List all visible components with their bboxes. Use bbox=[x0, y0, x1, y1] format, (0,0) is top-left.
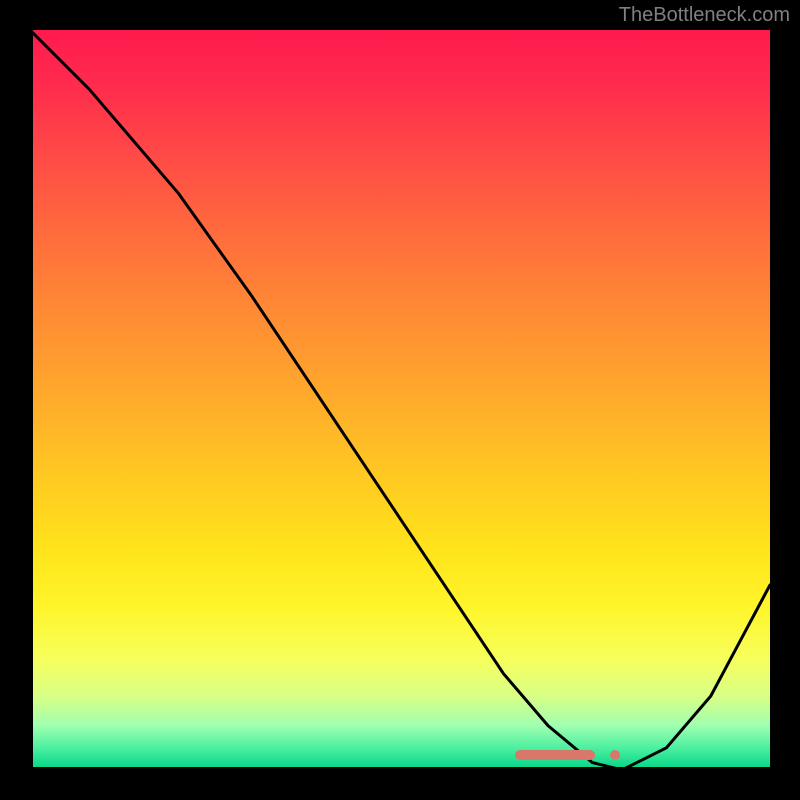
optimal-range-dot bbox=[610, 750, 620, 760]
gradient-background bbox=[30, 30, 770, 770]
chart-area bbox=[30, 30, 770, 770]
x-axis bbox=[30, 767, 770, 770]
y-axis bbox=[30, 30, 33, 770]
watermark-text: TheBottleneck.com bbox=[619, 4, 790, 27]
optimal-range-marker bbox=[515, 750, 595, 760]
